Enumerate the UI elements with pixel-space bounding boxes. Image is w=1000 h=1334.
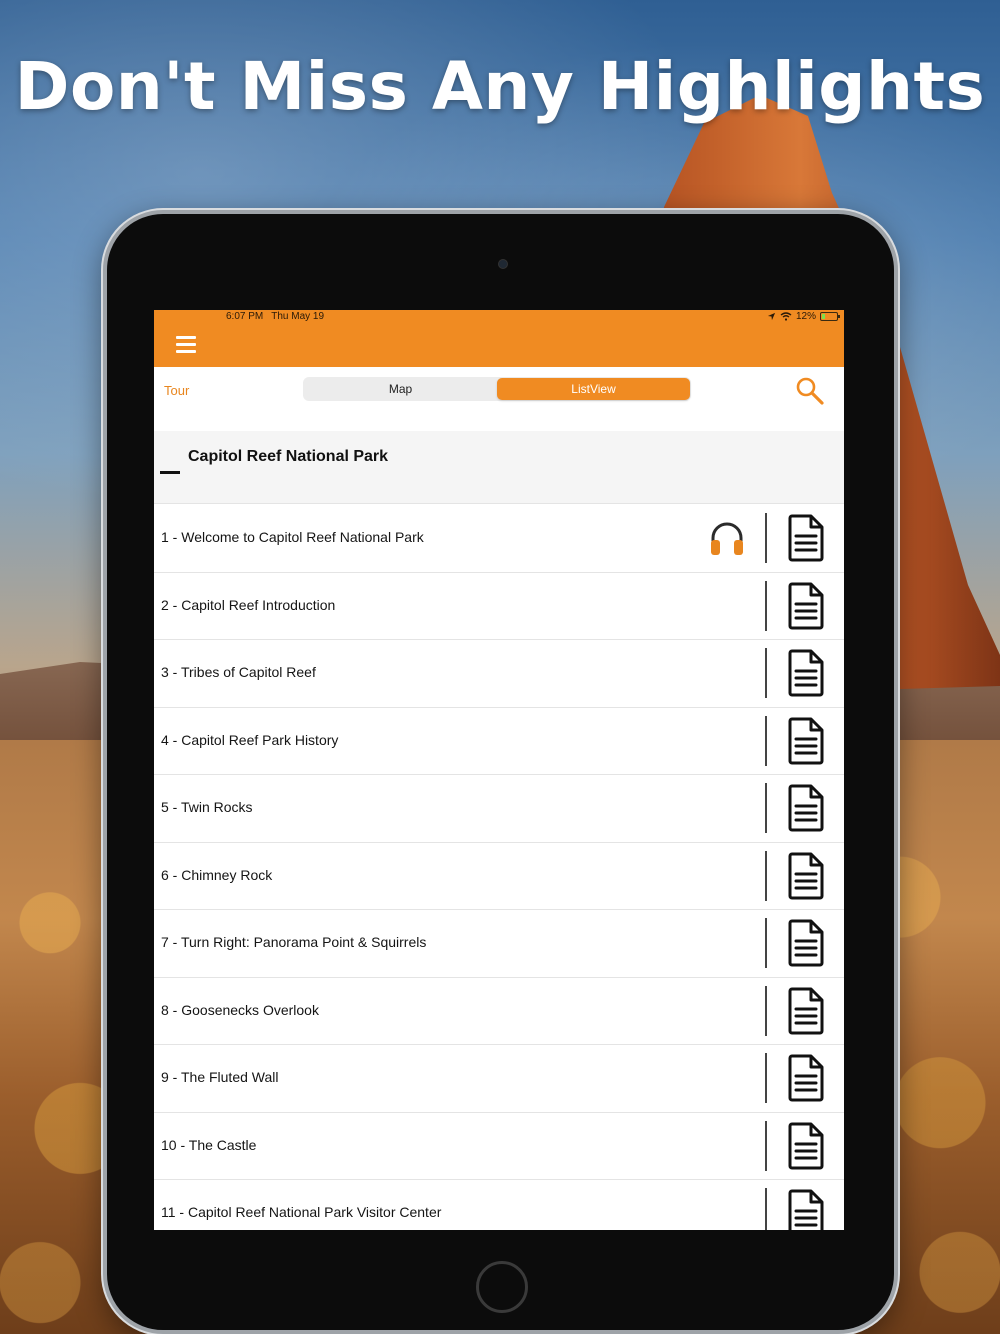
row-divider [765,783,767,833]
stop-label: 3 - Tribes of Capitol Reef [161,664,316,680]
list-item[interactable]: 4 - Capitol Reef Park History [154,707,844,775]
stop-label: 2 - Capitol Reef Introduction [161,596,336,613]
list-item[interactable]: 7 - Turn Right: Panorama Point & Squirre… [154,910,844,978]
tour-link[interactable]: Tour [164,383,189,398]
list-item[interactable]: 11 - Capitol Reef National Park Visitor … [154,1180,844,1230]
list-item[interactable]: 3 - Tribes of Capitol Reef [154,640,844,708]
stop-label: 1 - Welcome to Capitol Reef National Par… [161,529,424,545]
document-icon[interactable] [787,514,825,562]
battery-percent: 12% [795,311,816,322]
location-arrow-icon [767,312,776,321]
document-icon[interactable] [787,1122,825,1170]
document-icon[interactable] [787,582,825,630]
status-time: 6:07 PM [226,311,264,322]
status-date: Thu May 19 [271,311,325,322]
stop-label: 5 - Twin Rocks [161,799,253,815]
status-bar-right: 12% [767,311,840,322]
battery-icon [820,312,840,321]
row-divider [765,1053,767,1103]
search-icon[interactable] [794,375,826,407]
status-header: 6:07 PM Thu May 19 12% [154,310,844,367]
list-item[interactable]: 8 - Goosenecks Overlook [154,977,844,1045]
list-item[interactable]: 5 - Twin Rocks [154,775,844,843]
park-title: Capitol Reef National Park [188,448,389,465]
tab-listview[interactable]: ListView [497,378,690,400]
list-item[interactable]: 9 - The Fluted Wall [154,1045,844,1113]
list-item[interactable]: 1 - Welcome to Capitol Reef National Par… [154,505,844,573]
headline: Don't Miss Any Highlights [14,48,986,125]
row-divider [765,648,767,698]
home-button[interactable] [476,1261,528,1313]
row-divider [765,1120,767,1171]
row-divider [765,715,767,766]
camera-icon [498,259,508,269]
row-divider [765,1188,767,1230]
park-header: Capitol Reef National Park [154,431,844,504]
stop-label: 11 - Capitol Reef National Park Visitor … [161,1204,442,1220]
collapse-dash-icon[interactable] [160,471,180,474]
list-item[interactable]: 2 - Capitol Reef Introduction [154,572,844,640]
row-divider [765,850,767,901]
document-icon[interactable] [787,919,825,967]
document-icon[interactable] [787,717,825,765]
row-divider [765,513,767,563]
headphones-icon[interactable] [709,519,745,557]
hamburger-menu-icon[interactable] [176,336,198,356]
document-icon[interactable] [787,987,825,1035]
app-screen: 6:07 PM Thu May 19 12% Tour Map ListView … [154,310,844,1230]
stop-label: 10 - The Castle [161,1136,257,1153]
stop-label: 7 - Turn Right: Panorama Point & Squirre… [161,934,427,950]
document-icon[interactable] [787,1054,825,1102]
list-item[interactable]: 6 - Chimney Rock [154,842,844,910]
wifi-icon [780,312,792,321]
tab-map[interactable]: Map [304,378,497,400]
document-icon[interactable] [787,649,825,697]
row-divider [765,580,767,631]
toolbar: Tour Map ListView [154,367,844,431]
row-divider [765,918,767,968]
document-icon[interactable] [787,1189,825,1230]
stop-label: 8 - Goosenecks Overlook [161,1001,319,1018]
list-item[interactable]: 10 - The Castle [154,1112,844,1180]
view-segmented-control: Map ListView [303,377,691,401]
document-icon[interactable] [787,784,825,832]
row-divider [765,985,767,1036]
stop-list: 1 - Welcome to Capitol Reef National Par… [154,505,844,1230]
stop-label: 6 - Chimney Rock [161,866,273,883]
stop-label: 4 - Capitol Reef Park History [161,731,339,748]
document-icon[interactable] [787,852,825,900]
stop-label: 9 - The Fluted Wall [161,1069,279,1085]
status-bar-left: 6:07 PM Thu May 19 [226,311,324,322]
